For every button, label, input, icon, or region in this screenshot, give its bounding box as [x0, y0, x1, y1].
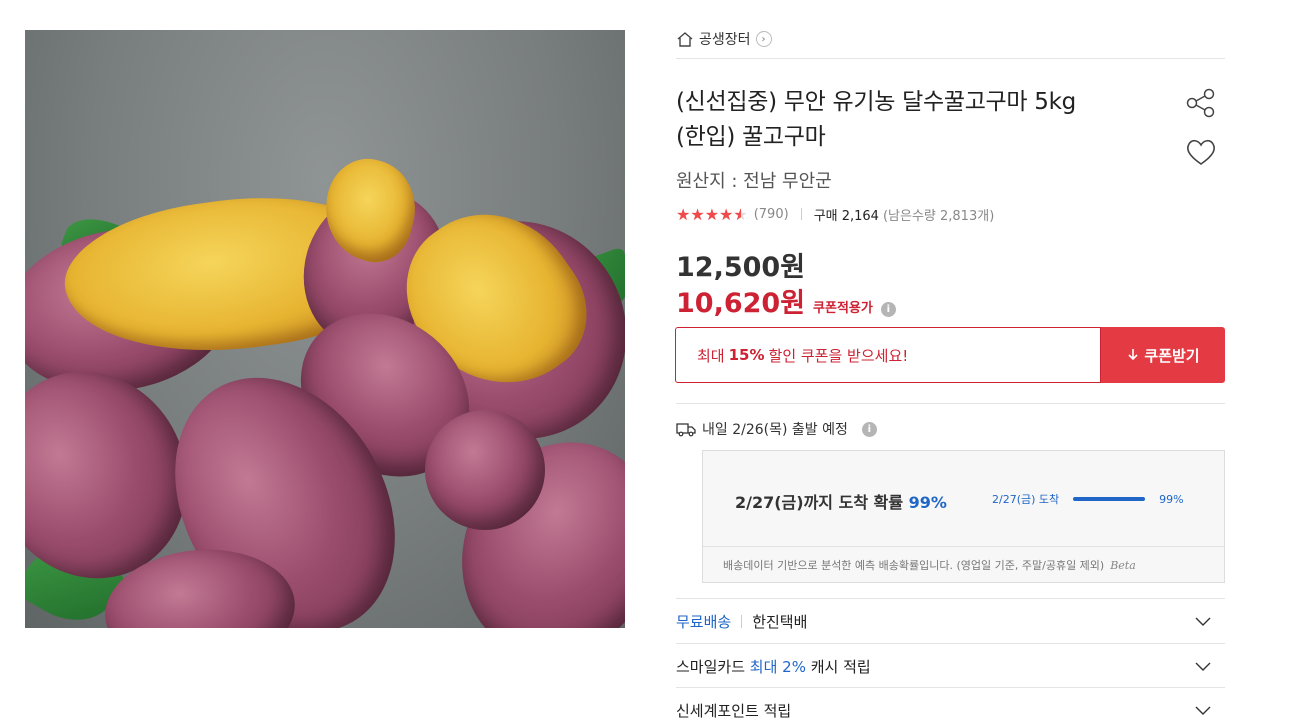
- get-coupon-button[interactable]: 쿠폰받기: [1101, 327, 1225, 383]
- original-price: 12,500원: [676, 252, 806, 283]
- arrival-mini-chart: 2/27(금) 도착 99%: [992, 492, 1184, 507]
- arrival-headline: 2/27(금)까지 도착 확률 99%: [735, 493, 947, 512]
- delivery-probability-box: 2/27(금)까지 도착 확률 99% 2/27(금) 도착 99% 배송데이터…: [702, 450, 1225, 583]
- info-icon[interactable]: i: [861, 421, 877, 437]
- chevron-right-icon: ›: [755, 31, 772, 47]
- breadcrumb-label[interactable]: 공생장터: [699, 29, 751, 49]
- info-icon[interactable]: i: [880, 302, 896, 317]
- smile-card-row[interactable]: 스마일카드 최대 2% 캐시 적립: [676, 644, 1225, 688]
- purchase-count: 구매 2,164: [813, 208, 879, 224]
- divider: [676, 403, 1225, 404]
- coupon-applied-label: 쿠폰적용가: [813, 301, 873, 316]
- sale-price: 10,620원: [676, 288, 806, 319]
- shinsegae-point-row[interactable]: 신세계포인트 적립: [676, 688, 1225, 726]
- origin: 원산지 : 전남 무안군: [676, 171, 832, 192]
- product-image: [25, 30, 625, 628]
- share-icon[interactable]: [1184, 86, 1218, 120]
- chevron-down-icon: [1195, 706, 1211, 715]
- chevron-down-icon: [1195, 662, 1211, 671]
- probability-bar: [1073, 497, 1146, 501]
- product-title-line1: (신선집중) 무안 유기농 달수꿀고구마 5kg: [676, 89, 1076, 115]
- coupon-banner: 최대 15% 할인 쿠폰을 받으세요!: [675, 327, 1101, 383]
- truck-icon: [676, 423, 696, 437]
- shipping-fee-row[interactable]: 무료배송 한진택배: [676, 599, 1225, 643]
- download-icon: [1128, 349, 1138, 361]
- chevron-down-icon: [1195, 617, 1211, 626]
- delivery-note: 배송데이터 기반으로 분석한 예측 배송확률입니다. (영업일 기준, 주말/공…: [703, 546, 1224, 583]
- heart-icon[interactable]: [1184, 136, 1218, 168]
- star-rating: ★★★★★ ★★★★★: [676, 204, 748, 224]
- review-count[interactable]: (790): [754, 207, 789, 222]
- shipping-departure: 내일 2/26(목) 출발 예정 i: [676, 418, 877, 440]
- product-title-line2: (한입) 꿀고구마: [676, 124, 826, 150]
- home-icon: [677, 32, 693, 47]
- beta-label: Beta: [1110, 558, 1136, 572]
- divider: [676, 58, 1225, 59]
- sale-price-row: 10,620원 쿠폰적용가 i: [676, 281, 896, 320]
- breadcrumb[interactable]: 공생장터 ›: [676, 27, 772, 51]
- rating-row: ★★★★★ ★★★★★ (790) 구매 2,164 (남은수량 2,813개): [676, 203, 994, 225]
- product-title: (신선집중) 무안 유기농 달수꿀고구마 5kg (한입) 꿀고구마: [676, 85, 1156, 155]
- divider: [800, 208, 802, 220]
- coupon-percent: 15%: [728, 346, 765, 364]
- remaining-stock: (남은수량 2,813개): [882, 208, 995, 224]
